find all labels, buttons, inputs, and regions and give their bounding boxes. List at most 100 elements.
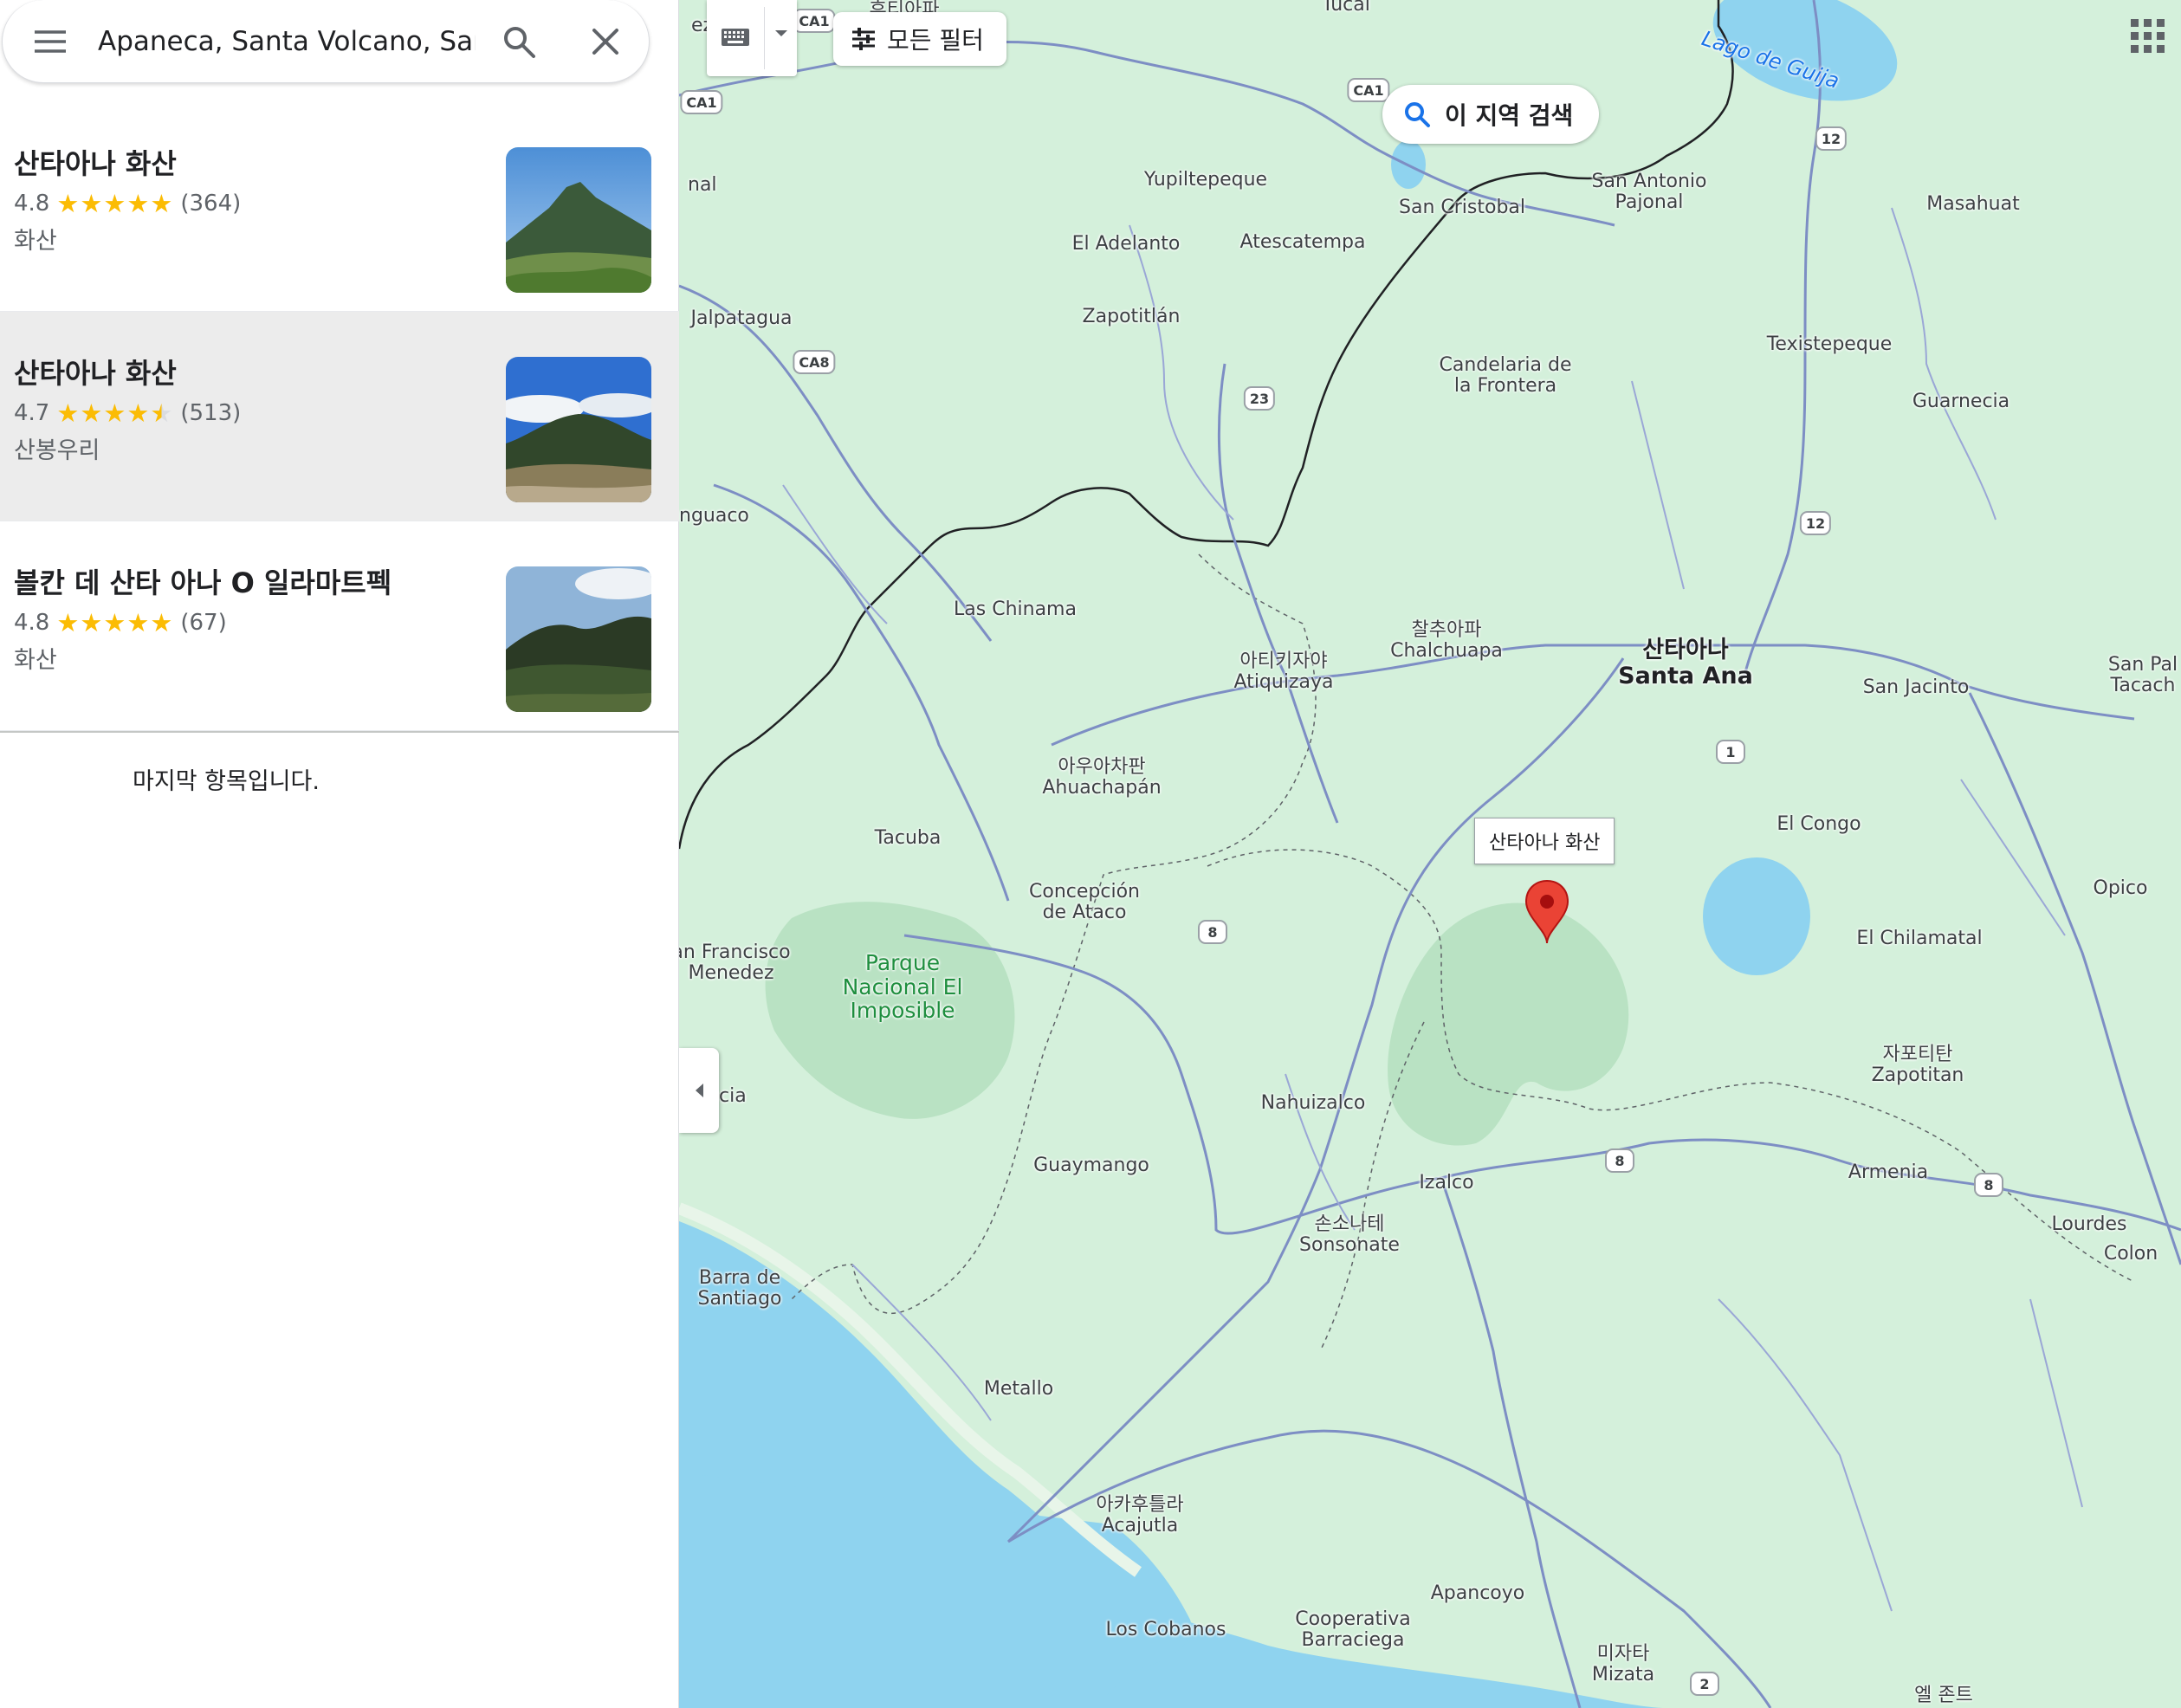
result-photo[interactable] — [506, 147, 651, 293]
list-end-divider — [0, 731, 679, 733]
map-label: Tucal — [1322, 0, 1370, 16]
map-label: Concepción de Ataco — [1029, 881, 1140, 924]
search-area-label: 이 지역 검색 — [1445, 101, 1574, 130]
map-label: Texistepeque — [1766, 333, 1893, 355]
road-shield: 23 — [1243, 386, 1276, 411]
map-label: 자포티탄 Zapotitan — [1871, 1044, 1964, 1087]
keyboard-input-button[interactable] — [707, 0, 797, 76]
star-rating-icon: ★★★★★ — [56, 189, 174, 218]
map-label: Barra de Santiago — [697, 1267, 782, 1310]
map-label: El Adelanto — [1071, 233, 1181, 255]
map-label: Yupiltepeque — [1143, 169, 1268, 191]
map-label: Candelaria de la Frontera — [1439, 354, 1572, 398]
filter-label: 모든 필터 — [887, 26, 984, 55]
map-label: Masahuat — [1926, 193, 2020, 215]
map-label: an Francisco Menedez — [679, 941, 791, 985]
result-rating-row: 4.8 ★★★★★ (364) — [14, 189, 241, 218]
road-shield: 2 — [1690, 1672, 1719, 1696]
result-item[interactable]: 산타아나 화산 4.7 ★★★★★ (513) 산봉우리 — [0, 312, 679, 521]
road-shield: 8 — [1605, 1148, 1634, 1173]
review-count[interactable]: (364) — [180, 191, 241, 217]
tune-icon — [852, 28, 875, 50]
road-ca8 — [679, 284, 993, 642]
map-label: Armenia — [1848, 1161, 1929, 1183]
review-count[interactable]: (513) — [180, 400, 241, 426]
road-west — [713, 483, 1010, 902]
map-label: nguaco — [679, 505, 749, 527]
map-label: San Cristobal — [1398, 197, 1526, 218]
map-label: 미자타 Mizata — [1591, 1643, 1655, 1686]
collapse-panel-button[interactable] — [679, 1048, 719, 1133]
volcano-landscape-photo-icon — [506, 566, 651, 712]
map-label: Atescatempa — [1239, 231, 1366, 253]
map-label: San Pal Tacach — [2107, 654, 2178, 697]
clear-search-button[interactable] — [562, 27, 649, 56]
search-icon — [504, 26, 535, 58]
apps-grid-icon[interactable] — [2131, 19, 2165, 54]
road-shield: CA1 — [1347, 78, 1390, 102]
keyboard-icon — [722, 29, 749, 46]
road-shield: 8 — [1974, 1173, 2003, 1197]
road-shield: CA1 — [793, 9, 836, 33]
review-count[interactable]: (67) — [180, 610, 226, 636]
map-label: 아카후틀라 Acajutla — [1096, 1494, 1184, 1537]
lake-coatepeque — [1703, 857, 1810, 975]
map-label: 엘 존트 — [1914, 1685, 1973, 1706]
chevron-left-icon — [696, 1084, 703, 1097]
map-label: Cooperativa Barraciega — [1295, 1608, 1411, 1652]
map-label: Colon — [2103, 1243, 2158, 1265]
road-shield: CA1 — [680, 90, 723, 114]
all-filters-button[interactable]: 모든 필터 — [833, 12, 1006, 66]
pin-label[interactable]: 산타아나 화산 — [1474, 818, 1615, 864]
map-label: 찰추아파 Chalchuapa — [1390, 619, 1503, 663]
road-shield: CA8 — [793, 350, 836, 374]
map-label: 아우아차판 Ahuachapán — [1042, 756, 1162, 799]
map-label: 손소나테 Sonsonate — [1299, 1213, 1400, 1257]
result-photo[interactable] — [506, 357, 651, 502]
map-label: Nahuizalco — [1260, 1092, 1366, 1114]
map-label: Izalco — [1419, 1172, 1474, 1194]
result-item[interactable]: 산타아나 화산 4.8 ★★★★★ (364) 화산 — [0, 102, 679, 312]
map-label: El Congo — [1777, 813, 1861, 835]
result-title[interactable]: 볼칸 데 산타 아나 O 일라마트펙 — [14, 561, 392, 601]
road-shield: 12 — [1815, 126, 1848, 151]
result-title[interactable]: 산타아나 화산 — [14, 142, 177, 182]
search-box — [2, 0, 650, 83]
menu-button[interactable] — [3, 29, 98, 55]
result-title[interactable]: 산타아나 화산 — [14, 352, 177, 391]
rating-value: 4.8 — [14, 191, 50, 217]
map-label: Metallo — [983, 1378, 1054, 1400]
map-label-city: 산타아나 Santa Ana — [1618, 637, 1753, 689]
menu-icon — [35, 29, 66, 53]
star-rating-icon: ★★★★★ — [56, 608, 174, 637]
map-label: cia — [719, 1085, 747, 1107]
map-label: 아티키자야 Atiquizaya — [1233, 650, 1334, 694]
result-rating-row: 4.7 ★★★★★ (513) — [14, 398, 241, 428]
road-shield: 8 — [1198, 920, 1227, 944]
search-input[interactable] — [98, 25, 476, 57]
map-label: Apancoyo — [1430, 1582, 1525, 1604]
road-shield: 1 — [1716, 740, 1745, 764]
chevron-down-icon[interactable] — [774, 29, 788, 38]
map-label: Guarnecia — [1912, 391, 2010, 412]
map-label: Zapotitlán — [1082, 306, 1181, 327]
result-item[interactable]: 볼칸 데 산타 아나 O 일라마트펙 4.8 ★★★★★ (67) 화산 — [0, 521, 679, 731]
minor-roads — [782, 207, 2083, 1612]
volcano-photo-icon — [506, 147, 651, 293]
map-base — [679, 0, 2181, 1708]
end-of-list-text: 마지막 항목입니다. — [133, 768, 320, 795]
result-photo[interactable] — [506, 566, 651, 712]
map-label: Opico — [2093, 877, 2148, 899]
search-this-area-button[interactable]: 이 지역 검색 — [1382, 85, 1600, 144]
search-button[interactable] — [476, 24, 562, 59]
map-label: Guaymango — [1033, 1155, 1149, 1176]
map-label-park: Parque Nacional El Imposible — [842, 950, 963, 1023]
close-icon — [592, 28, 618, 55]
mountain-photo-icon — [506, 357, 651, 502]
map-canvas[interactable]: 후티아파utiapa Tucal eza Lago de Guija Yupil… — [679, 0, 2181, 1708]
location-pin-icon[interactable] — [1524, 879, 1569, 947]
road-shield: 12 — [1799, 511, 1832, 535]
map-label: Tacuba — [874, 827, 942, 849]
road-23 — [1217, 363, 1339, 824]
map-label: Lourdes — [2051, 1213, 2127, 1235]
